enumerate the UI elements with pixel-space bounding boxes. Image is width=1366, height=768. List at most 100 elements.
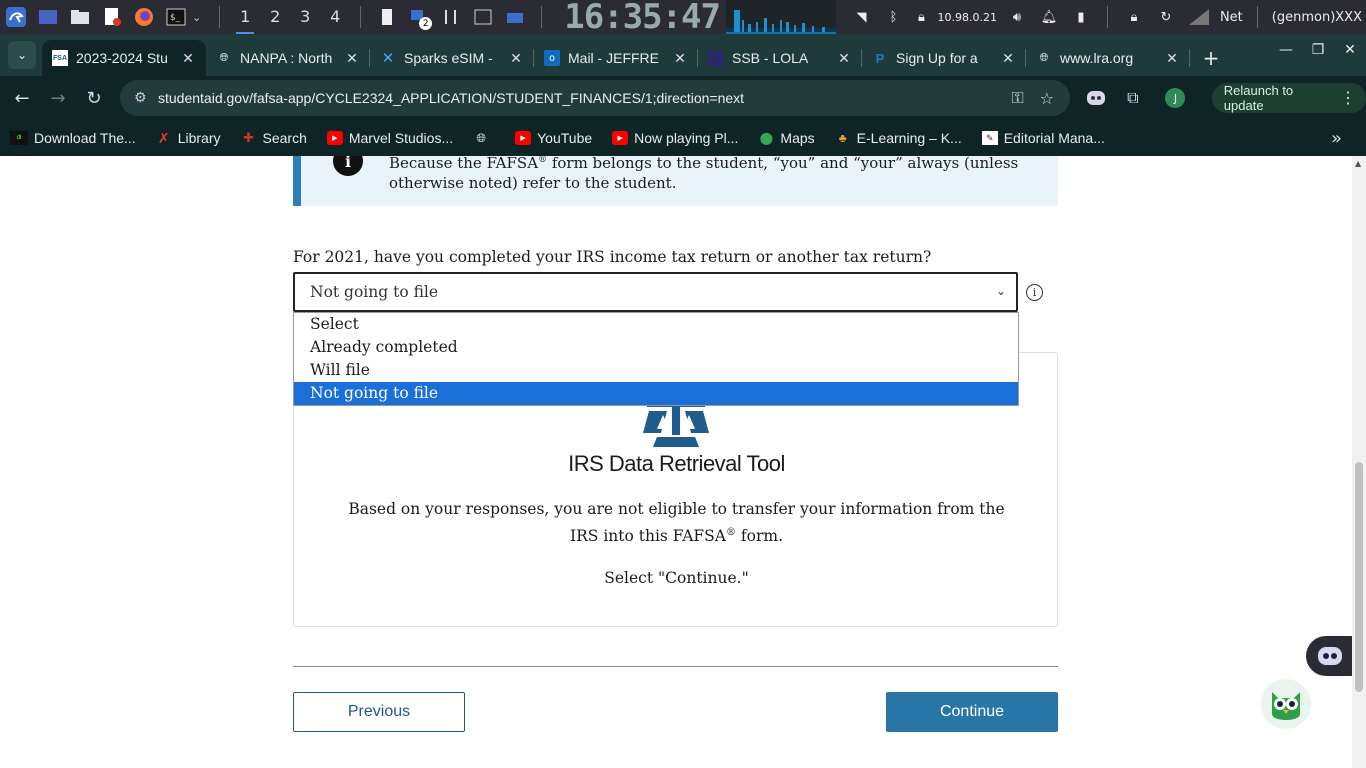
editorial-icon: ✎ xyxy=(981,131,998,145)
bookmark-now-playing[interactable]: ▶ Now playing Pl... xyxy=(612,130,738,146)
workspace-2[interactable]: 2 xyxy=(260,0,290,34)
forward-arrow-icon[interactable]: → xyxy=(40,80,76,116)
close-icon[interactable]: ✕ xyxy=(836,50,852,67)
bookmark-youtube[interactable]: ▶ YouTube xyxy=(515,130,592,146)
scroll-up-icon[interactable]: ▲ xyxy=(1355,159,1361,168)
volume-icon[interactable]: 🔊︎ xyxy=(1006,6,1028,28)
window-terminal-icon[interactable] xyxy=(472,6,494,28)
tax-return-question: For 2021, have you completed your IRS in… xyxy=(293,248,932,266)
close-icon[interactable]: ✕ xyxy=(344,50,360,67)
divider xyxy=(293,666,1058,667)
password-key-icon[interactable]: ⚿ xyxy=(1011,88,1023,108)
address-bar[interactable]: ⚙︎ studentaid.gov/fafsa-app/CYCLE2324_AP… xyxy=(120,80,1070,116)
tab-ssb[interactable]: SSB - LOLA ✕ xyxy=(698,40,862,76)
help-info-icon[interactable]: i xyxy=(1026,284,1043,301)
window-folder-icon[interactable] xyxy=(504,6,526,28)
floating-extension-robot-icon[interactable] xyxy=(1306,636,1352,676)
more-vertical-icon[interactable]: ⋮ xyxy=(1340,88,1356,108)
browser-toolbar: ← → ↻ ⚙︎ studentaid.gov/fafsa-app/CYCLE2… xyxy=(0,76,1366,120)
chevron-down-icon: ⌄ xyxy=(995,284,1006,298)
workspace-3[interactable]: 3 xyxy=(290,0,320,34)
text-editor-icon[interactable] xyxy=(101,6,123,28)
wifi-icon[interactable]: ◥ xyxy=(850,6,872,28)
bookmark-download[interactable]: dl Download The... xyxy=(10,130,136,146)
close-icon[interactable]: ✕ xyxy=(672,50,688,67)
tab-mail[interactable]: o Mail - JEFFRE ✕ xyxy=(534,40,698,76)
back-arrow-icon[interactable]: ← xyxy=(4,80,40,116)
extensions-puzzle-icon[interactable]: ⧉ xyxy=(1119,83,1148,113)
extension-robot-icon[interactable] xyxy=(1082,83,1111,113)
shield-icon: ✚ xyxy=(243,130,254,145)
bookmark-label: Marvel Studios... xyxy=(348,130,454,146)
bookmark-label: Now playing Pl... xyxy=(634,130,739,146)
tab-lra[interactable]: 🌐︎ www.lra.org ✕ xyxy=(1026,40,1190,76)
relaunch-button[interactable]: Relaunch to update ⋮ xyxy=(1211,83,1366,113)
profile-avatar[interactable]: J xyxy=(1161,83,1190,113)
bookmark-maps[interactable]: ⬤ Maps xyxy=(758,130,815,146)
tax-return-select[interactable]: Not going to file ⌄ xyxy=(293,272,1018,312)
network-signal-icon[interactable] xyxy=(1187,6,1209,28)
os-taskbar: $_ ⌄ 1 2 3 4 2 16:35:47 ◥ ᛒ 🔒︎ 10.98.0.2… xyxy=(0,0,1366,34)
bookmark-editorial[interactable]: ✎ Editorial Mana... xyxy=(981,130,1105,146)
tab-fafsa[interactable]: FSA 2023-2024 Stu ✕ xyxy=(42,40,206,76)
window-split-icon[interactable] xyxy=(440,6,462,28)
new-tab-button[interactable]: + xyxy=(1196,40,1226,76)
vpn-lock-icon[interactable]: 🔒︎ xyxy=(914,6,928,28)
previous-button[interactable]: Previous xyxy=(293,692,465,732)
window-document-icon[interactable] xyxy=(376,6,398,28)
firefox-icon[interactable] xyxy=(133,6,155,28)
info-icon: i xyxy=(333,156,363,176)
bookmark-star-icon[interactable]: ☆ xyxy=(1040,89,1054,108)
refresh-icon[interactable]: ↻ xyxy=(1155,6,1177,28)
site-info-icon[interactable]: ⚙︎ xyxy=(134,90,156,106)
tab-title: Sign Up for a xyxy=(896,50,978,66)
select-value: Not going to file xyxy=(310,283,439,301)
bookmark-label: E-Learning – K... xyxy=(856,130,962,146)
option-already-completed[interactable]: Already completed xyxy=(294,336,1018,359)
option-not-going-to-file[interactable]: Not going to file xyxy=(294,382,1018,405)
bookmark-library[interactable]: ✗ Library xyxy=(156,130,221,147)
lock-screen-icon[interactable]: 🔒︎ xyxy=(1123,6,1145,28)
bookmark-globe[interactable]: 🌐︎ xyxy=(473,131,495,145)
taskbar-separator xyxy=(541,6,543,28)
option-will-file[interactable]: Will file xyxy=(294,359,1018,382)
close-icon[interactable]: ✕ xyxy=(1164,50,1180,67)
chevron-down-icon[interactable]: ⌄ xyxy=(192,11,201,24)
tab-sparks[interactable]: ✕ Sparks eSIM - ✕ xyxy=(370,40,534,76)
irs-body-part: Based on your responses, you are not eli… xyxy=(348,500,1005,546)
notification-bell-icon[interactable]: 🔔︎ xyxy=(1038,6,1060,28)
workspace-4[interactable]: 4 xyxy=(320,0,350,34)
window-count-badge: 2 xyxy=(419,17,433,30)
close-icon[interactable]: ✕ xyxy=(180,50,196,67)
url-text[interactable]: studentaid.gov/fafsa-app/CYCLE2324_APPLI… xyxy=(158,90,1011,106)
close-icon[interactable]: ✕ xyxy=(508,50,524,67)
bookmark-marvel[interactable]: ▶ Marvel Studios... xyxy=(326,130,454,146)
owl-assistant-icon[interactable] xyxy=(1260,678,1312,730)
tab-signup[interactable]: P Sign Up for a ✕ xyxy=(862,40,1026,76)
continue-button[interactable]: Continue xyxy=(886,692,1058,732)
info-text: Because the FAFSA® form belongs to the s… xyxy=(389,156,1029,193)
bluetooth-icon[interactable]: ᛒ xyxy=(882,6,904,28)
minimize-icon[interactable]: — xyxy=(1270,42,1302,58)
clipboard-icon[interactable]: ▮ xyxy=(1070,6,1092,28)
page-scrollbar[interactable]: ▲ xyxy=(1352,156,1366,768)
maximize-icon[interactable]: ❐ xyxy=(1302,42,1334,58)
bookmarks-bar: dl Download The... ✗ Library ✚ Search ▶ Marv… xyxy=(0,120,1366,156)
globe-icon: 🌐︎ xyxy=(1039,51,1049,64)
bookmark-search[interactable]: ✚ Search xyxy=(241,130,307,146)
app-menu-icon[interactable] xyxy=(5,6,27,28)
tab-nanpa[interactable]: 🌐︎ NANPA : North ✕ xyxy=(206,40,370,76)
workspace-1[interactable]: 1 xyxy=(230,0,260,34)
desktop-icon[interactable] xyxy=(37,6,59,28)
bookmark-elearning[interactable]: ♣ E-Learning – K... xyxy=(835,130,962,146)
scrollbar-thumb[interactable] xyxy=(1355,462,1363,692)
option-select[interactable]: Select xyxy=(294,313,1018,336)
terminal-icon[interactable]: $_ xyxy=(165,6,187,28)
close-icon[interactable]: ✕ xyxy=(1000,50,1016,67)
more-bookmarks-icon[interactable]: » xyxy=(1331,128,1342,149)
window-chrome-icon[interactable]: 2 xyxy=(408,6,433,30)
file-manager-icon[interactable] xyxy=(69,6,91,28)
tab-search-button[interactable]: ⌄ xyxy=(8,41,36,69)
reload-icon[interactable]: ↻ xyxy=(76,80,112,116)
close-window-icon[interactable]: ✕ xyxy=(1334,42,1366,58)
